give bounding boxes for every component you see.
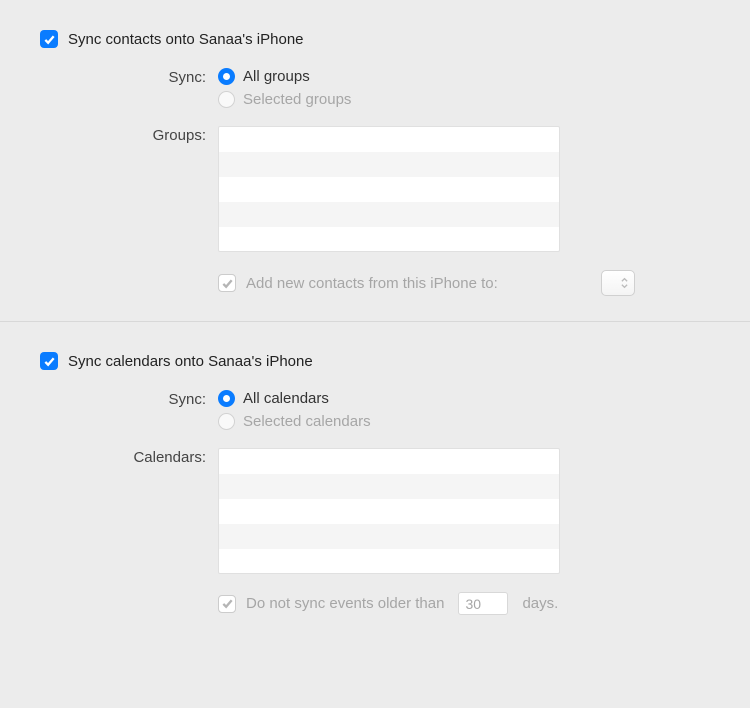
list-item: [219, 152, 559, 177]
add-new-contacts-label: Add new contacts from this iPhone to:: [246, 275, 498, 292]
contacts-sync-label: Sync:: [40, 68, 218, 86]
calendars-do-not-sync-row: Do not sync events older than 30 days.: [40, 592, 710, 615]
sync-contacts-label: Sync contacts onto Sanaa's iPhone: [68, 31, 304, 48]
calendars-section: Sync calendars onto Sanaa's iPhone Sync:…: [40, 352, 710, 640]
calendars-sync-label: Sync:: [40, 390, 218, 408]
calendars-radio-all-row: All calendars: [218, 390, 710, 407]
section-divider: [0, 321, 750, 322]
contacts-radio-all[interactable]: [218, 68, 235, 85]
list-item: [219, 177, 559, 202]
contacts-groups-control: [218, 126, 710, 252]
list-item: [219, 499, 559, 524]
calendars-sync-row: Sync: All calendars Selected calendars: [40, 390, 710, 436]
calendars-radio-all[interactable]: [218, 390, 235, 407]
do-not-sync-content: Do not sync events older than 30 days.: [246, 592, 558, 615]
check-icon: [43, 33, 56, 46]
calendars-list-control: [218, 448, 710, 574]
list-item: [219, 202, 559, 227]
check-icon: [221, 597, 234, 610]
contacts-radio-selected[interactable]: [218, 91, 235, 108]
contacts-radio-selected-row: Selected groups: [218, 91, 710, 108]
contacts-add-new-row: Add new contacts from this iPhone to:: [40, 270, 710, 296]
list-item: [219, 524, 559, 549]
contacts-sync-row: Sync: All groups Selected groups: [40, 68, 710, 114]
calendars-listbox[interactable]: [218, 448, 560, 574]
sync-calendars-checkbox[interactable]: [40, 352, 58, 370]
list-item: [219, 127, 559, 152]
calendars-radio-selected-row: Selected calendars: [218, 413, 710, 430]
sync-contacts-checkbox[interactable]: [40, 30, 58, 48]
do-not-sync-label-post: days.: [522, 595, 558, 612]
contacts-groups-label: Groups:: [40, 126, 218, 144]
calendars-header-row: Sync calendars onto Sanaa's iPhone: [40, 352, 710, 370]
add-new-contacts-checkbox: [218, 274, 236, 292]
calendars-radio-selected[interactable]: [218, 413, 235, 430]
do-not-sync-checkbox: [218, 595, 236, 613]
contacts-section: Sync contacts onto Sanaa's iPhone Sync: …: [40, 30, 710, 321]
updown-icon: [620, 276, 629, 290]
sync-calendars-label: Sync calendars onto Sanaa's iPhone: [68, 353, 313, 370]
list-item: [219, 449, 559, 474]
list-item: [219, 227, 559, 252]
add-new-contacts-dropdown: [601, 270, 635, 296]
contacts-groups-listbox[interactable]: [218, 126, 560, 252]
check-icon: [221, 277, 234, 290]
contacts-radio-selected-label: Selected groups: [243, 91, 351, 108]
contacts-header-row: Sync contacts onto Sanaa's iPhone: [40, 30, 710, 48]
calendars-list-row: Calendars:: [40, 448, 710, 574]
calendars-list-label: Calendars:: [40, 448, 218, 466]
contacts-radio-all-label: All groups: [243, 68, 310, 85]
contacts-groups-row: Groups:: [40, 126, 710, 252]
do-not-sync-label-pre: Do not sync events older than: [246, 595, 444, 612]
calendars-radio-all-label: All calendars: [243, 390, 329, 407]
contacts-sync-options: All groups Selected groups: [218, 68, 710, 114]
do-not-sync-days-input: 30: [458, 592, 508, 615]
list-item: [219, 549, 559, 574]
contacts-radio-all-row: All groups: [218, 68, 710, 85]
calendars-sync-options: All calendars Selected calendars: [218, 390, 710, 436]
list-item: [219, 474, 559, 499]
calendars-radio-selected-label: Selected calendars: [243, 413, 371, 430]
check-icon: [43, 355, 56, 368]
